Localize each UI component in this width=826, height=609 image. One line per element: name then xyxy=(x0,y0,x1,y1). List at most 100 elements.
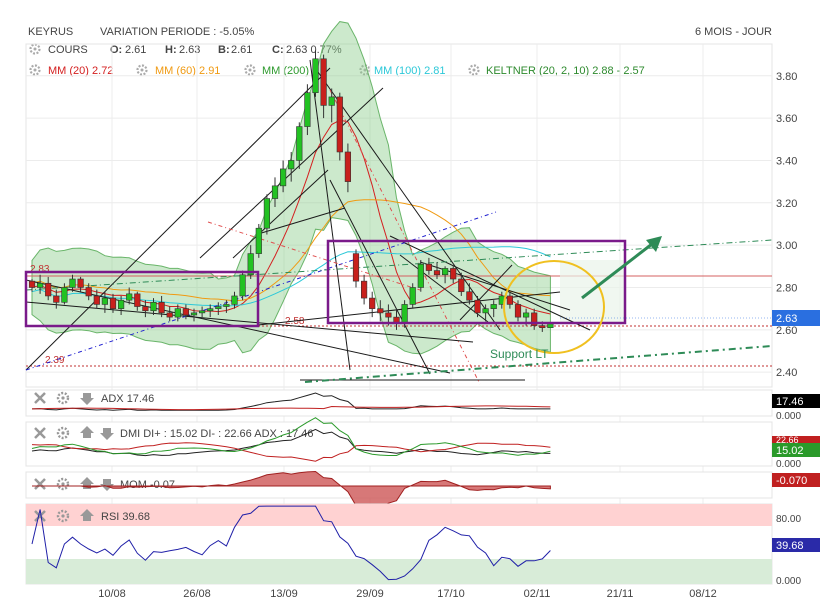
candle-body xyxy=(279,168,287,187)
low-value: 2.61 xyxy=(231,44,252,56)
candle-body xyxy=(304,92,311,127)
gear-icon[interactable] xyxy=(29,43,41,55)
open-value: 2.61 xyxy=(125,44,146,56)
support-lt-label: Support LT xyxy=(490,347,549,361)
candle-body xyxy=(328,96,335,106)
gear-icon[interactable] xyxy=(244,64,256,76)
rsi-80-label: 80.00 xyxy=(776,514,801,525)
candle-body xyxy=(158,302,165,314)
adx-label: ADX 17.46 xyxy=(101,393,154,405)
candle-body xyxy=(336,96,343,153)
candle-body xyxy=(28,280,36,288)
candle-body xyxy=(441,268,449,276)
y-tick-label: 2.80 xyxy=(776,282,797,294)
candle-body xyxy=(369,297,376,309)
x-tick-label: 21/11 xyxy=(607,588,634,600)
candle-body xyxy=(53,295,60,303)
y-tick-label: 2.40 xyxy=(776,367,797,379)
candle-body xyxy=(93,295,100,305)
x-tick-label: 02/11 xyxy=(524,588,551,600)
close-key: C: xyxy=(272,44,284,56)
candle-body xyxy=(474,299,481,314)
y-tick-label: 3.40 xyxy=(776,155,797,167)
variation-label: VARIATION PERIODE : -5.05% xyxy=(100,26,254,38)
candle-body xyxy=(466,291,473,301)
mm20-legend: MM (20) 2.72 xyxy=(48,65,113,77)
candle-body xyxy=(352,253,360,282)
y-axis-labels: 2.40 2.60 2.80 3.00 3.20 3.40 3.60 3.80 xyxy=(776,71,797,379)
x-axis-labels: 10/08 26/08 13/09 29/09 17/10 02/11 21/11 08/12 xyxy=(98,588,717,600)
candle-body xyxy=(126,293,133,301)
dmi-label: DMI DI+ : 15.02 DI- : 22.66 ADX : 17.46 xyxy=(120,428,314,440)
y-tick-label: 3.00 xyxy=(776,240,797,252)
candle-body xyxy=(134,293,141,307)
candle-body xyxy=(320,58,327,106)
x-tick-label: 13/09 xyxy=(270,588,298,600)
rsi-tag-value: 39.68 xyxy=(776,540,804,552)
mm200-legend: MM (200) xyxy=(262,65,309,77)
gear-icon[interactable] xyxy=(136,64,148,76)
candle-body xyxy=(199,310,206,314)
low-key: B: xyxy=(218,44,230,56)
y-tick-label: 3.80 xyxy=(776,71,797,83)
x-tick-label: 08/12 xyxy=(689,588,717,600)
x-tick-label: 17/10 xyxy=(437,588,465,600)
ticker-label: KEYRUS xyxy=(28,26,73,38)
candle-body xyxy=(61,287,68,303)
candle-body xyxy=(296,126,303,161)
candle-body xyxy=(231,295,238,305)
candle-body xyxy=(514,304,522,318)
rsi-0-label: 0.000 xyxy=(776,576,801,587)
gear-icon[interactable] xyxy=(468,64,480,76)
x-tick-label: 29/09 xyxy=(356,588,384,600)
candle-body xyxy=(360,280,368,299)
candle-body xyxy=(409,287,416,305)
mm100-legend: MM (100) 2.81 xyxy=(374,65,446,77)
candle-body xyxy=(417,263,424,288)
candle-body xyxy=(223,304,230,307)
keltner-legend: KELTNER (20, 2, 10) 2.88 - 2.57 xyxy=(486,65,645,77)
stock-chart: KEYRUS VARIATION PERIODE : -5.05% 6 MOIS… xyxy=(24,21,820,600)
adx-zero-label: 0.000 xyxy=(776,411,801,422)
gear-icon[interactable] xyxy=(29,64,41,76)
candle-body xyxy=(433,270,441,276)
candle-body xyxy=(109,297,117,309)
level-2-39-label: 2.39 xyxy=(45,355,65,366)
candle-body xyxy=(377,308,384,314)
candle-body xyxy=(142,306,149,312)
candle-body xyxy=(101,297,108,305)
adx-tag-value: 17.46 xyxy=(776,396,804,408)
y-tick-label: 3.60 xyxy=(776,113,797,125)
candle-body xyxy=(312,58,319,93)
candle-body xyxy=(190,312,198,316)
candle-body xyxy=(215,306,222,309)
candle-body xyxy=(539,325,546,329)
x-tick-label: 10/08 xyxy=(98,588,126,600)
mom-label: MOM -0.07 xyxy=(120,479,175,491)
candle-body xyxy=(85,287,92,297)
candle-body xyxy=(69,278,76,288)
period-label: 6 MOIS - JOUR xyxy=(695,26,772,38)
candle-body xyxy=(344,151,352,182)
candle-body xyxy=(255,227,262,254)
y-tick-label: 3.20 xyxy=(776,198,797,210)
y-tick-label: 2.60 xyxy=(776,325,797,337)
candle-body xyxy=(522,312,530,318)
candle-body xyxy=(239,274,246,297)
candle-body xyxy=(450,268,457,280)
candle-body xyxy=(490,304,497,309)
dmi-zero-label: 0.000 xyxy=(776,459,801,470)
candle-body xyxy=(36,282,44,288)
candle-body xyxy=(401,304,408,324)
candle-body xyxy=(506,295,514,305)
candle-body xyxy=(288,160,295,170)
candle-body xyxy=(77,278,84,288)
candle-body xyxy=(174,308,181,318)
cours-label: COURS xyxy=(48,44,88,56)
candle-body xyxy=(482,308,489,314)
candle-body xyxy=(182,308,190,316)
candle-body xyxy=(263,198,271,229)
rsi-label: RSI 39.68 xyxy=(101,511,150,523)
x-tick-label: 26/08 xyxy=(183,588,211,600)
candle-body xyxy=(271,185,279,199)
